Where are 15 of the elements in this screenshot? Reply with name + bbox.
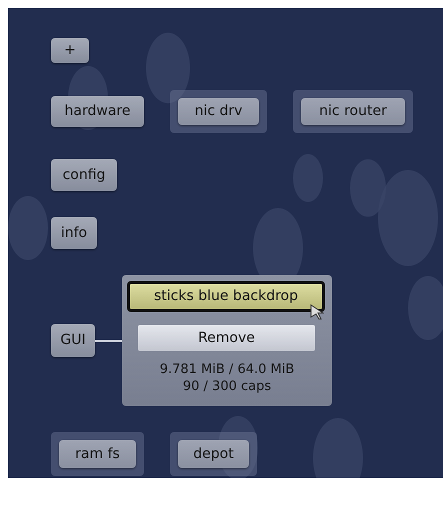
component-node[interactable]: config xyxy=(51,159,117,191)
mouse-pointer-icon xyxy=(310,304,324,320)
component-node[interactable]: GUI xyxy=(51,324,95,357)
component-node[interactable]: nic router xyxy=(301,98,405,125)
ram-usage-text: 9.781 MiB / 64.0 MiB xyxy=(158,362,296,378)
component-node[interactable]: ram fs xyxy=(59,440,136,468)
component-node[interactable]: depot xyxy=(178,440,249,468)
connector-line xyxy=(95,340,122,342)
component-node[interactable]: info xyxy=(51,217,97,249)
caps-usage-text: 90 / 300 caps xyxy=(182,379,272,395)
component-node[interactable]: nic drv xyxy=(178,98,259,125)
remove-button[interactable]: Remove xyxy=(138,325,315,351)
component-node[interactable]: + xyxy=(51,38,89,63)
component-title-button[interactable]: sticks blue backdrop xyxy=(127,281,325,312)
component-node[interactable]: hardware xyxy=(51,96,144,127)
